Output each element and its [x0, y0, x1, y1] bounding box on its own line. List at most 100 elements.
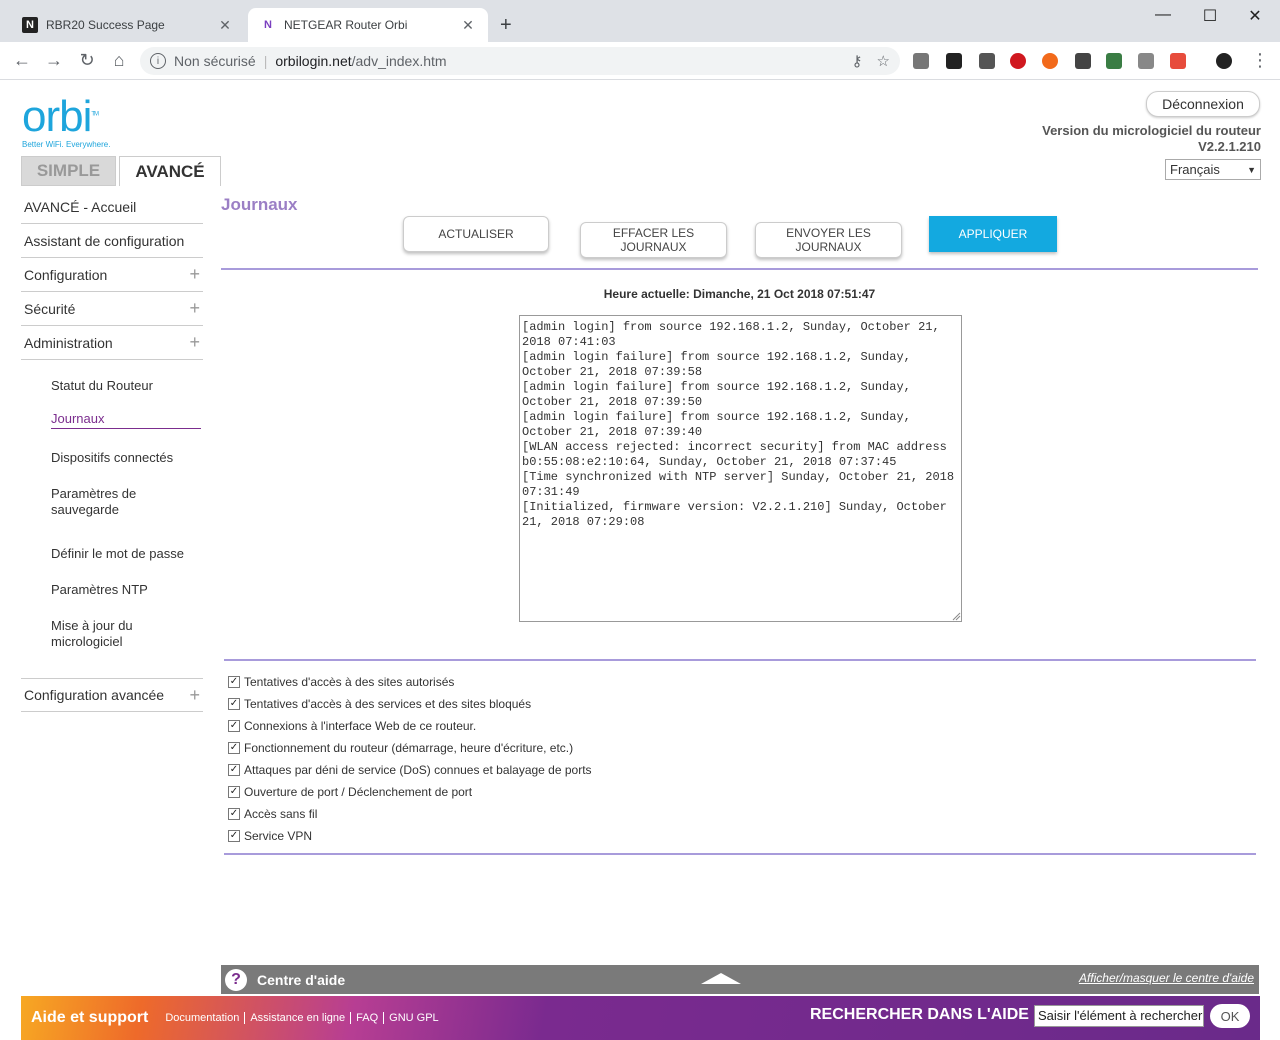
sidebar-sub-set-password[interactable]: Définir le mot de passe: [51, 546, 201, 562]
sidebar-item-label: Administration: [24, 334, 113, 351]
sidebar-item-setup-wizard[interactable]: Assistant de configuration: [21, 224, 203, 258]
language-value: Français: [1170, 162, 1220, 177]
log-option-vpn-service[interactable]: ✓ Service VPN: [228, 827, 312, 845]
help-search-ok-button[interactable]: OK: [1210, 1004, 1250, 1028]
language-select[interactable]: Français ▼: [1165, 159, 1261, 180]
log-option-allowed-sites[interactable]: ✓ Tentatives d'accès à des sites autoris…: [228, 673, 454, 691]
footer-link-online-support[interactable]: Assistance en ligne: [245, 1012, 352, 1024]
sidebar-sub-firmware-update[interactable]: Mise à jour du micrologiciel: [51, 618, 161, 650]
apply-button[interactable]: APPLIQUER: [929, 216, 1057, 252]
maximize-button[interactable]: ☐: [1187, 6, 1233, 26]
option-label: Attaques par déni de service (DoS) connu…: [244, 763, 592, 777]
page-title: Journaux: [221, 195, 298, 214]
help-toggle-link[interactable]: Afficher/masquer le centre d'aide: [1079, 971, 1254, 985]
avatar[interactable]: [1216, 53, 1232, 69]
checkbox[interactable]: ✓: [228, 764, 240, 776]
log-option-port-forwarding[interactable]: ✓ Ouverture de port / Déclenchement de p…: [228, 783, 472, 801]
expand-plus-icon[interactable]: +: [189, 332, 200, 353]
extension-lock-icon[interactable]: [1075, 53, 1091, 69]
tab-advanced[interactable]: AVANCÉ: [119, 156, 221, 186]
log-option-blocked-sites[interactable]: ✓ Tentatives d'accès à des services et d…: [228, 695, 531, 713]
sidebar-item-label: Configuration: [24, 266, 108, 283]
tab-simple[interactable]: SIMPLE: [21, 156, 116, 186]
close-window-button[interactable]: ✕: [1232, 6, 1278, 26]
footer-link-documentation[interactable]: Documentation: [160, 1012, 246, 1024]
extension-orange-icon[interactable]: [1042, 53, 1058, 69]
omnibox-separator: |: [263, 53, 268, 69]
minimize-button[interactable]: —: [1140, 6, 1186, 24]
checkbox[interactable]: ✓: [228, 698, 240, 710]
log-option-web-connections[interactable]: ✓ Connexions à l'interface Web de ce rou…: [228, 717, 476, 735]
sidebar-sub-router-status[interactable]: Statut du Routeur: [51, 378, 201, 394]
sidebar-nav: AVANCÉ - Accueil Assistant de configurat…: [21, 190, 203, 360]
info-icon[interactable]: i: [150, 53, 166, 69]
address-bar[interactable]: i Non sécurisé | orbilogin.net /adv_inde…: [140, 47, 900, 75]
menu-icon[interactable]: ⋮: [1248, 50, 1272, 71]
home-icon[interactable]: ⌂: [107, 50, 131, 71]
divider: [224, 853, 1256, 855]
checkbox[interactable]: ✓: [228, 808, 240, 820]
browser-tab-rbr20[interactable]: N RBR20 Success Page ✕: [10, 8, 245, 42]
extension-map-icon[interactable]: [1106, 53, 1122, 69]
sidebar-sub-backup-settings[interactable]: Paramètres de sauvegarde: [51, 486, 161, 518]
sidebar-item-security[interactable]: Sécurité +: [21, 292, 203, 326]
reload-icon[interactable]: ↻: [75, 50, 99, 71]
option-label: Tentatives d'accès à des services et des…: [244, 697, 532, 711]
extension-puzzle-icon[interactable]: [979, 53, 995, 69]
expand-arrow-icon[interactable]: [701, 973, 741, 984]
key-icon[interactable]: ⚷: [852, 52, 863, 70]
cart-icon[interactable]: [1170, 53, 1186, 69]
close-tab-icon[interactable]: ✕: [217, 17, 233, 34]
checkbox[interactable]: ✓: [228, 786, 240, 798]
logo-tm: TM: [91, 111, 99, 118]
logs-textarea[interactable]: [admin login] from source 192.168.1.2, S…: [519, 315, 962, 622]
log-option-router-operation[interactable]: ✓ Fonctionnement du routeur (démarrage, …: [228, 739, 573, 757]
adblock-icon[interactable]: [1010, 53, 1026, 69]
expand-plus-icon[interactable]: +: [189, 298, 200, 319]
checkbox[interactable]: ✓: [228, 720, 240, 732]
send-logs-button[interactable]: ENVOYER LES JOURNAUX: [755, 222, 902, 258]
sidebar-sub-attached-devices[interactable]: Dispositifs connectés: [51, 450, 201, 466]
sidebar-item-administration[interactable]: Administration +: [21, 326, 203, 360]
help-question-icon: ?: [225, 968, 247, 991]
chevron-down-icon: ▼: [1247, 164, 1256, 175]
expand-plus-icon[interactable]: +: [189, 264, 200, 285]
option-label: Connexions à l'interface Web de ce route…: [244, 719, 477, 733]
help-search-input[interactable]: Saisir l'élément à rechercher: [1034, 1005, 1204, 1027]
divider: [221, 268, 1258, 270]
extension-hand-icon[interactable]: [913, 53, 929, 69]
sidebar-item-advanced-home[interactable]: AVANCÉ - Accueil: [21, 190, 203, 224]
close-tab-icon[interactable]: ✕: [460, 17, 476, 34]
clear-logs-button[interactable]: EFFACER LES JOURNAUX: [580, 222, 727, 258]
log-option-wireless-access[interactable]: ✓ Accès sans fil: [228, 805, 317, 823]
browser-tabstrip: N RBR20 Success Page ✕ N NETGEAR Router …: [0, 0, 1280, 42]
checkbox[interactable]: ✓: [228, 676, 240, 688]
refresh-button[interactable]: ACTUALISER: [403, 216, 549, 252]
browser-tab-orbi[interactable]: N NETGEAR Router Orbi ✕: [248, 8, 488, 42]
sidebar-sub-ntp-settings[interactable]: Paramètres NTP: [51, 582, 201, 598]
divider: [224, 659, 1256, 661]
logo-text: orbi: [22, 92, 92, 141]
back-icon[interactable]: ←: [10, 50, 34, 71]
log-option-dos-attacks[interactable]: ✓ Attaques par déni de service (DoS) con…: [228, 761, 592, 779]
forward-icon[interactable]: →: [42, 50, 66, 71]
help-search-label: RECHERCHER DANS L'AIDE: [810, 1006, 1029, 1023]
footer-link-faq[interactable]: FAQ: [351, 1012, 385, 1024]
checkbox[interactable]: ✓: [228, 742, 240, 754]
checkbox[interactable]: ✓: [228, 830, 240, 842]
gmail-icon[interactable]: [1138, 53, 1154, 69]
sidebar-item-configuration[interactable]: Configuration +: [21, 258, 203, 292]
support-footer: Aide et support Documentation Assistance…: [21, 996, 1260, 1040]
option-label: Fonctionnement du routeur (démarrage, he…: [244, 741, 574, 755]
bookmark-star-icon[interactable]: ☆: [877, 52, 890, 70]
sidebar-sub-logs[interactable]: Journaux: [51, 411, 201, 429]
expand-plus-icon[interactable]: +: [189, 685, 200, 706]
extension-mask-icon[interactable]: [946, 53, 962, 69]
help-center-bar[interactable]: ? Centre d'aide Afficher/masquer le cent…: [221, 965, 1259, 994]
logout-button[interactable]: Déconnexion: [1146, 91, 1260, 117]
sidebar-item-advanced-config[interactable]: Configuration avancée +: [21, 678, 203, 712]
resize-handle-icon[interactable]: [951, 611, 961, 621]
footer-link-gpl[interactable]: GNU GPL: [384, 1012, 444, 1024]
orbi-logo: orbiTM: [22, 92, 99, 142]
new-tab-button[interactable]: +: [500, 14, 512, 37]
